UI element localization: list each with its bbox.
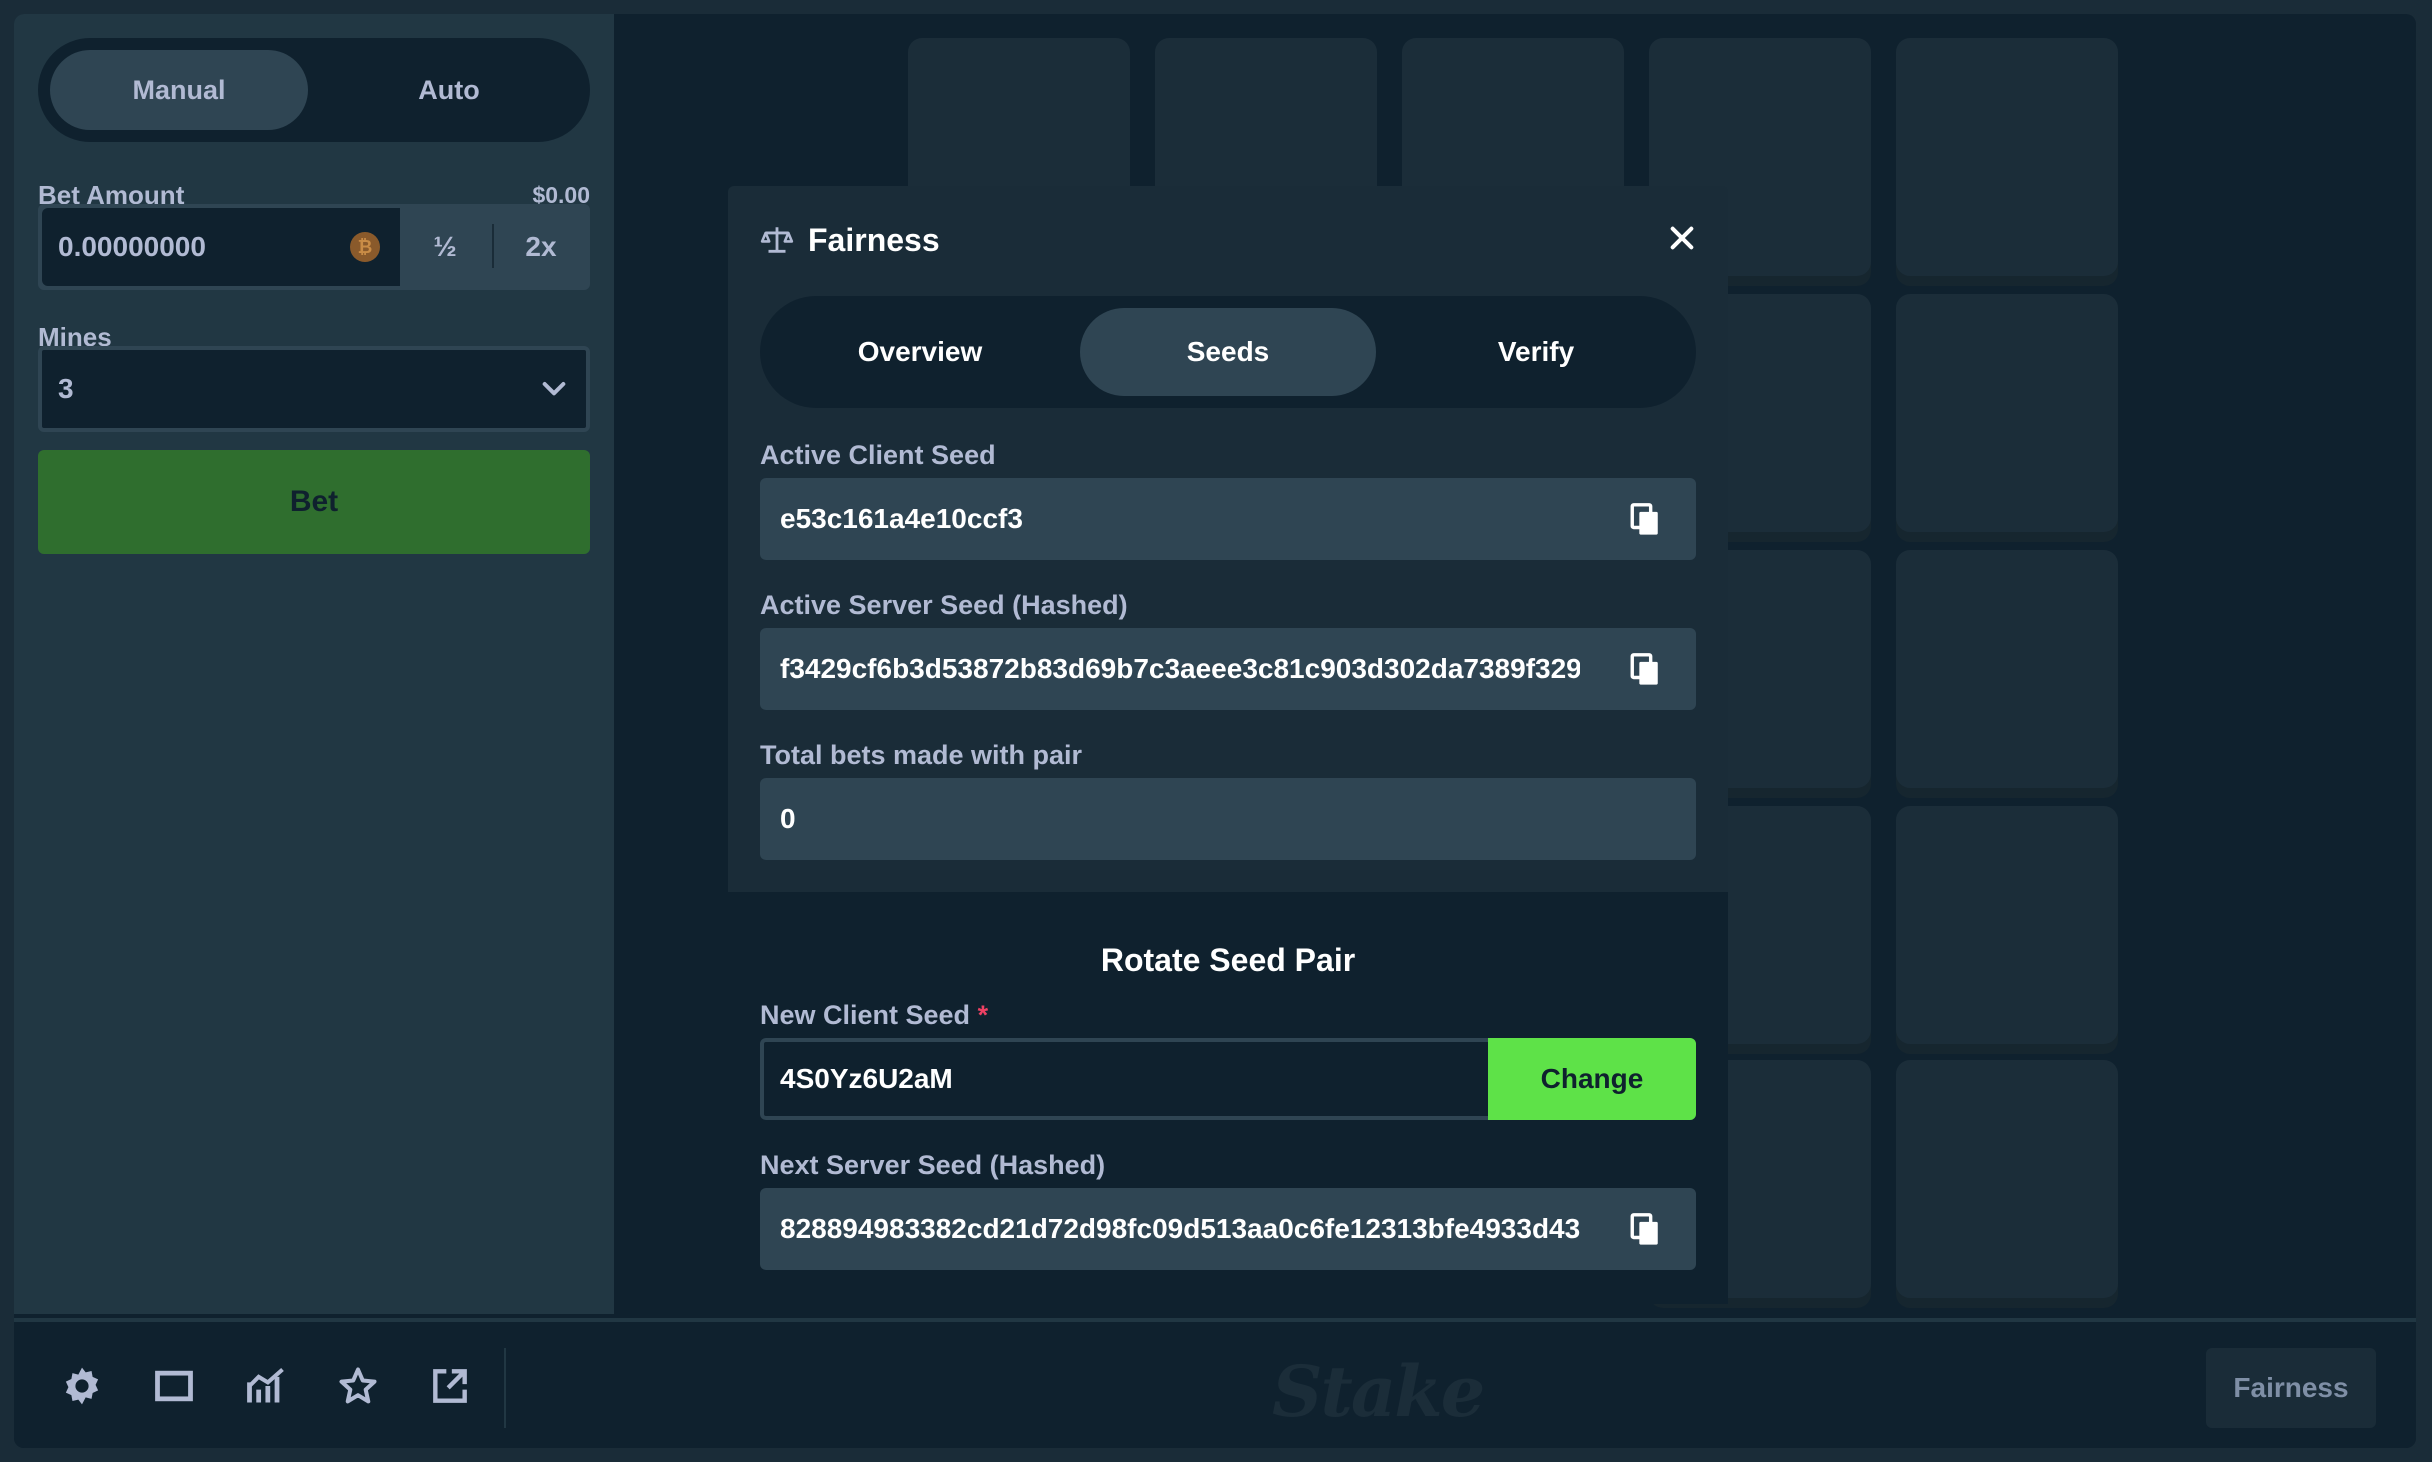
change-button[interactable]: Change: [1488, 1038, 1696, 1120]
total-bets-field: 0: [760, 778, 1696, 860]
bet-button[interactable]: Bet: [38, 450, 590, 554]
stats-icon[interactable]: [244, 1364, 288, 1408]
next-server-seed-label: Next Server Seed (Hashed): [760, 1150, 1106, 1180]
bet-modifier-divider: [492, 224, 494, 268]
fairness-button[interactable]: Fairness: [2206, 1348, 2376, 1428]
next-server-seed-field[interactable]: 828894983382cd21d72d98fc09d513aa0c6fe123…: [760, 1188, 1696, 1270]
mine-tile[interactable]: [1896, 38, 2118, 276]
tab-manual[interactable]: Manual: [50, 50, 308, 130]
bet-amount-group: 0.00000000 ₿ ½ 2x: [38, 204, 590, 290]
tab-verify[interactable]: Verify: [1388, 308, 1684, 396]
new-client-seed-label: New Client Seed *: [760, 1000, 988, 1031]
active-client-seed-label: Active Client Seed: [760, 440, 996, 470]
mode-switch: Manual Auto: [38, 38, 590, 142]
close-icon[interactable]: [1666, 222, 1698, 254]
bet-amount-value: 0.00000000: [58, 231, 206, 262]
modal-header: Fairness: [760, 216, 940, 264]
fairness-modal: Fairness Overview Seeds Verify Active Cl…: [728, 186, 1728, 1304]
copy-icon[interactable]: [1628, 652, 1662, 686]
copy-icon[interactable]: [1628, 1212, 1662, 1246]
active-server-seed-label: Active Server Seed (Hashed): [760, 590, 1128, 620]
bet-amount-input[interactable]: 0.00000000 ₿: [42, 208, 400, 286]
mine-tile[interactable]: [1896, 550, 2118, 788]
mine-tile[interactable]: [1896, 294, 2118, 532]
popout-icon[interactable]: [428, 1364, 472, 1408]
star-icon[interactable]: [336, 1364, 380, 1408]
total-bets-value: 0: [780, 803, 796, 834]
gear-icon[interactable]: [60, 1364, 104, 1408]
active-server-seed-field[interactable]: f3429cf6b3d53872b83d69b7c3aeee3c81c903d3…: [760, 628, 1696, 710]
copy-icon[interactable]: [1628, 502, 1662, 536]
stake-logo: Stake: [1272, 1350, 1485, 1433]
fairness-tabs: Overview Seeds Verify: [760, 296, 1696, 408]
rotate-seed-title: Rotate Seed Pair: [1100, 942, 1356, 978]
chevron-down-icon: [542, 382, 566, 396]
mines-value: 3: [58, 373, 74, 404]
tab-seeds[interactable]: Seeds: [1080, 308, 1376, 396]
total-bets-label: Total bets made with pair: [760, 740, 1083, 770]
active-client-seed-value: e53c161a4e10ccf3: [780, 503, 1023, 534]
tab-overview[interactable]: Overview: [772, 308, 1068, 396]
toolbar-divider: [504, 1348, 506, 1428]
mine-tile[interactable]: [1896, 806, 2118, 1044]
bottom-toolbar: Stake Fairness: [14, 1318, 2416, 1448]
active-client-seed-field[interactable]: e53c161a4e10ccf3: [760, 478, 1696, 560]
bitcoin-icon: ₿: [350, 232, 380, 262]
new-client-seed-group: Change: [760, 1038, 1696, 1120]
mines-select[interactable]: 3: [38, 346, 590, 432]
rotate-seed-section: Rotate Seed Pair New Client Seed * Chang…: [728, 892, 1728, 1304]
game-frame: Manual Auto Bet Amount $0.00 0.00000000 …: [14, 14, 2416, 1448]
active-server-seed-value: f3429cf6b3d53872b83d69b7c3aeee3c81c903d3…: [780, 653, 1580, 684]
scales-icon: [760, 227, 794, 253]
theatre-mode-icon[interactable]: [152, 1364, 196, 1408]
bet-sidebar: Manual Auto Bet Amount $0.00 0.00000000 …: [14, 14, 614, 1314]
mine-tile[interactable]: [1896, 1060, 2118, 1298]
new-client-seed-input[interactable]: [764, 1042, 1486, 1116]
new-client-seed-label-text: New Client Seed: [760, 1000, 971, 1030]
next-server-seed-value: 828894983382cd21d72d98fc09d513aa0c6fe123…: [780, 1213, 1580, 1244]
double-bet-button[interactable]: 2x: [496, 208, 586, 286]
required-marker: *: [977, 1000, 989, 1030]
tab-auto[interactable]: Auto: [320, 50, 578, 130]
modal-title: Fairness: [808, 221, 940, 258]
half-bet-button[interactable]: ½: [400, 208, 490, 286]
